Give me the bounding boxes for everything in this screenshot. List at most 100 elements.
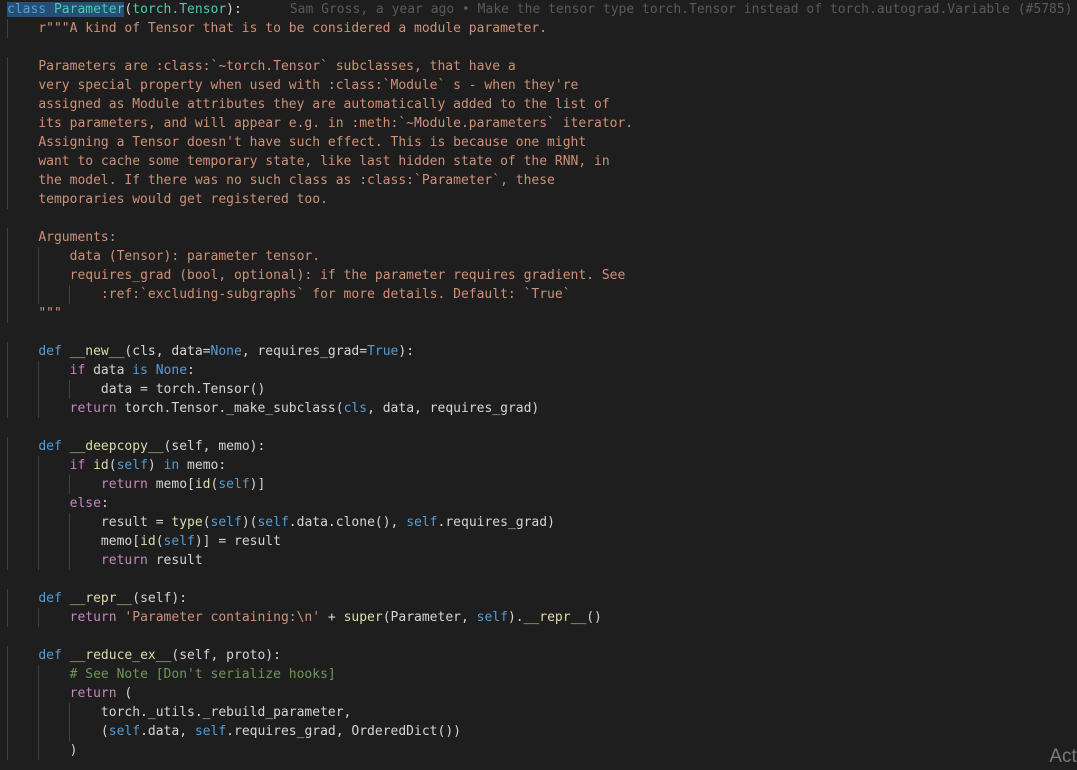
code-line[interactable]: r"""A kind of Tensor that is to be consi… xyxy=(7,19,1077,38)
line-content: requires_grad (bool, optional): if the p… xyxy=(7,268,626,283)
line-content: (self.data, self.requires_grad, OrderedD… xyxy=(7,724,461,739)
code-line[interactable]: requires_grad (bool, optional): if the p… xyxy=(7,266,1077,285)
code-token: torch._utils._rebuild_parameter, xyxy=(100,705,352,720)
line-content: def __repr__(self): xyxy=(7,591,187,606)
code-token: self xyxy=(476,610,508,625)
code-line[interactable]: return memo[id(self)] xyxy=(7,475,1077,494)
code-token: self xyxy=(406,515,438,530)
code-token: torch.Tensor._make_subclass( xyxy=(124,401,344,416)
line-content: data (Tensor): parameter tensor. xyxy=(7,249,320,264)
code-token: ( xyxy=(108,458,117,473)
code-line[interactable] xyxy=(7,570,1077,589)
code-token: else xyxy=(69,496,101,511)
code-line[interactable]: data (Tensor): parameter tensor. xyxy=(7,247,1077,266)
line-content: its parameters, and will appear e.g. in … xyxy=(7,116,633,131)
code-line[interactable]: temporaries would get registered too. xyxy=(7,190,1077,209)
code-token: return xyxy=(69,686,125,701)
code-line[interactable]: """ xyxy=(7,304,1077,323)
code-line[interactable]: (self.data, self.requires_grad, OrderedD… xyxy=(7,722,1077,741)
code-line[interactable]: return result xyxy=(7,551,1077,570)
line-content: result = type(self)(self.data.clone(), s… xyxy=(7,515,555,530)
code-token: # See Note [Don't serialize hooks] xyxy=(69,667,336,682)
code-line[interactable]: if data is None: xyxy=(7,361,1077,380)
code-token: result = xyxy=(100,515,172,530)
code-token: None xyxy=(155,363,188,378)
line-content: r"""A kind of Tensor that is to be consi… xyxy=(7,21,547,36)
code-token: is xyxy=(132,363,156,378)
code-line[interactable]: return torch.Tensor._make_subclass(cls, … xyxy=(7,399,1077,418)
code-token: cls xyxy=(343,401,368,416)
line-content: Arguments: xyxy=(7,230,116,245)
code-line[interactable]: def __deepcopy__(self, memo): xyxy=(7,437,1077,456)
code-token: r"""A kind of Tensor that is to be consi… xyxy=(38,21,548,36)
code-token: assigned as Module attributes they are a… xyxy=(38,97,610,112)
code-token: : xyxy=(100,496,109,511)
code-line[interactable]: ) xyxy=(7,741,1077,760)
code-token: __repr__ xyxy=(69,591,133,606)
code-token: ( xyxy=(155,534,164,549)
code-token: return xyxy=(69,610,125,625)
code-line[interactable]: very special property when used with :cl… xyxy=(7,76,1077,95)
code-token: :ref:`excluding-subgraphs` for more deta… xyxy=(100,287,571,302)
code-token: torch.Tensor xyxy=(132,2,227,17)
code-line[interactable]: memo[id(self)] = result xyxy=(7,532,1077,551)
code-line[interactable]: want to cache some temporary state, like… xyxy=(7,152,1077,171)
code-line[interactable] xyxy=(7,323,1077,342)
code-token: super xyxy=(343,610,383,625)
line-content: want to cache some temporary state, like… xyxy=(7,154,610,169)
line-content: :ref:`excluding-subgraphs` for more deta… xyxy=(7,287,571,302)
code-token: self xyxy=(257,515,289,530)
code-line[interactable]: the model. If there was no such class as… xyxy=(7,171,1077,190)
code-token: """ xyxy=(38,306,62,321)
activate-windows-watermark: Acti xyxy=(1049,746,1077,767)
code-line[interactable]: if id(self) in memo: xyxy=(7,456,1077,475)
code-line[interactable]: Assigning a Tensor doesn't have such eff… xyxy=(7,133,1077,152)
code-line[interactable] xyxy=(7,418,1077,437)
code-token: memo[ xyxy=(100,534,141,549)
code-line[interactable] xyxy=(7,209,1077,228)
code-line[interactable]: :ref:`excluding-subgraphs` for more deta… xyxy=(7,285,1077,304)
code-line[interactable]: def __repr__(self): xyxy=(7,589,1077,608)
code-line[interactable]: class Parameter(torch.Tensor): Sam Gross,… xyxy=(7,0,1077,19)
code-token: def xyxy=(38,439,70,454)
code-line[interactable]: assigned as Module attributes they are a… xyxy=(7,95,1077,114)
code-token: self xyxy=(194,724,227,739)
code-token: return xyxy=(100,477,156,492)
code-token: return xyxy=(100,553,156,568)
code-token: temporaries would get registered too. xyxy=(38,192,328,207)
code-token: (self, memo): xyxy=(163,439,266,454)
code-line[interactable] xyxy=(7,627,1077,646)
code-line[interactable]: def __new__(cls, data=None, requires_gra… xyxy=(7,342,1077,361)
code-token: id xyxy=(194,477,211,492)
code-line[interactable]: return 'Parameter containing:\n' + super… xyxy=(7,608,1077,627)
code-token: : xyxy=(187,363,195,378)
line-content: the model. If there was no such class as… xyxy=(7,173,555,188)
code-token: def xyxy=(38,344,70,359)
line-content: if id(self) in memo: xyxy=(7,458,227,473)
code-token: (self, proto): xyxy=(171,648,281,663)
code-token: ( xyxy=(100,724,109,739)
code-line[interactable]: result = type(self)(self.data.clone(), s… xyxy=(7,513,1077,532)
line-content: data = torch.Tensor() xyxy=(7,382,265,397)
code-line[interactable]: Arguments: xyxy=(7,228,1077,247)
code-line[interactable]: its parameters, and will appear e.g. in … xyxy=(7,114,1077,133)
code-token: (Parameter, xyxy=(382,610,477,625)
code-line[interactable]: # See Note [Don't serialize hooks] xyxy=(7,665,1077,684)
code-line[interactable]: return ( xyxy=(7,684,1077,703)
code-line[interactable]: data = torch.Tensor() xyxy=(7,380,1077,399)
code-line[interactable]: Parameters are :class:`~torch.Tensor` su… xyxy=(7,57,1077,76)
code-line[interactable] xyxy=(7,38,1077,57)
line-content: assigned as Module attributes they are a… xyxy=(7,97,610,112)
code-line[interactable]: def __reduce_ex__(self, proto): xyxy=(7,646,1077,665)
code-token: want to cache some temporary state, like… xyxy=(38,154,610,169)
code-token: Parameter xyxy=(53,2,125,17)
code-token: ). xyxy=(507,610,524,625)
code-line[interactable]: else: xyxy=(7,494,1077,513)
code-token: 'Parameter containing:\n' xyxy=(124,610,328,625)
code-token: data xyxy=(93,363,133,378)
code-token: def xyxy=(38,591,70,606)
code-token: data (Tensor): parameter tensor. xyxy=(69,249,321,264)
code-line[interactable]: torch._utils._rebuild_parameter, xyxy=(7,703,1077,722)
line-content: """ xyxy=(7,306,62,321)
code-editor[interactable]: class Parameter (torch.Tensor): Sam Gross,… xyxy=(0,0,1077,770)
